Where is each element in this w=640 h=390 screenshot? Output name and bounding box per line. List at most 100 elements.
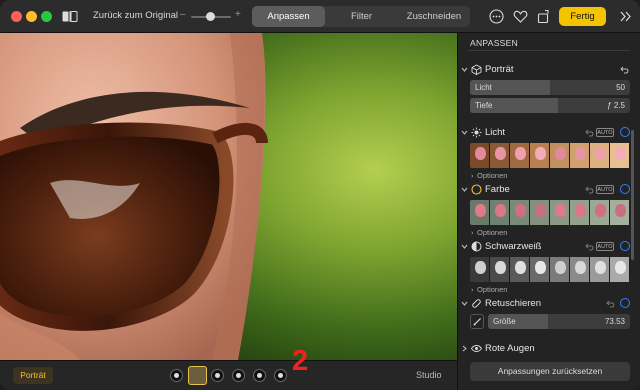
brush-tool-button[interactable]	[470, 314, 484, 329]
section-label: Retuschieren	[485, 298, 541, 309]
adjust-panel: ANPASSEN Porträt Licht 50 Tiefe ƒ 2.5 Li…	[457, 33, 640, 390]
slider-value: 50	[616, 83, 625, 92]
portrait-light-high-key[interactable]	[274, 369, 287, 382]
chevron-right-icon[interactable]	[461, 345, 468, 352]
options-label: Optionen	[477, 285, 508, 294]
thumbnail-face	[515, 147, 526, 160]
chevron-down-icon[interactable]	[461, 66, 468, 73]
thumbnail-face	[615, 261, 626, 274]
thumbnail-face	[595, 261, 606, 274]
section-black-white[interactable]: Schwarzweiß AUTO	[458, 239, 640, 255]
slider-label: Größe	[493, 317, 516, 326]
color-options-toggle[interactable]: › Optionen	[471, 228, 507, 237]
portrait-depth-slider[interactable]: Tiefe ƒ 2.5	[470, 98, 630, 113]
eye-icon	[471, 345, 482, 352]
portrait-light-stage-mono[interactable]	[253, 369, 266, 382]
retouch-size-slider[interactable]: Größe 73.53	[488, 314, 630, 329]
thumbnail-frame	[550, 143, 570, 168]
section-label: Rote Augen	[485, 343, 535, 354]
sun-icon	[471, 127, 482, 138]
chevron-down-icon[interactable]	[461, 129, 468, 136]
thumbnail-frame	[570, 257, 590, 282]
reset-adjustments-button[interactable]: Anpassungen zurücksetzen	[470, 362, 630, 381]
more-options-icon[interactable]	[489, 9, 504, 24]
section-portrait[interactable]: Porträt	[458, 62, 640, 78]
thumbnail-face	[615, 147, 626, 160]
zoom-in-icon[interactable]: +	[235, 9, 241, 20]
tab-adjust[interactable]: Anpassen	[252, 6, 325, 27]
portrait-mode-button[interactable]: Porträt	[13, 367, 53, 384]
portrait-light-contour[interactable]	[211, 369, 224, 382]
portrait-light-slider[interactable]: Licht 50	[470, 80, 630, 95]
thumbnail-frame	[590, 257, 610, 282]
favorite-heart-icon[interactable]	[513, 9, 528, 24]
enable-toggle[interactable]	[620, 241, 630, 251]
thumbnail-face	[575, 147, 586, 160]
slider-label: Tiefe	[475, 101, 493, 110]
thumbnail-frame	[490, 143, 510, 168]
enable-toggle[interactable]	[620, 127, 630, 137]
revert-to-original-button[interactable]: Zurück zum Original	[93, 10, 178, 21]
section-light[interactable]: Licht AUTO	[458, 125, 640, 141]
undo-icon[interactable]	[585, 185, 595, 195]
bw-options-toggle[interactable]: › Optionen	[471, 285, 507, 294]
light-thumbnail-strip[interactable]	[470, 143, 630, 168]
thumbnail-face	[595, 147, 606, 160]
options-label: Optionen	[477, 171, 508, 180]
thumbnail-frame	[510, 257, 530, 282]
toolbar: Zurück zum Original – + Anpassen Filter …	[0, 0, 640, 33]
panel-scrollbar[interactable]	[631, 130, 634, 260]
enable-toggle[interactable]	[620, 298, 630, 308]
undo-icon[interactable]	[620, 65, 630, 75]
auto-button[interactable]: AUTO	[596, 242, 614, 251]
sidebar-toggle-chevron-icon[interactable]	[619, 10, 633, 23]
color-thumbnail-strip[interactable]	[470, 200, 630, 225]
photo-canvas[interactable]	[0, 33, 457, 360]
bw-thumbnail-strip[interactable]	[470, 257, 630, 282]
slider-label: Licht	[475, 83, 492, 92]
thumbnail-frame	[610, 143, 630, 168]
section-red-eye[interactable]: Rote Augen	[458, 341, 640, 357]
close-button[interactable]	[11, 11, 22, 22]
section-label: Licht	[485, 127, 506, 138]
light-options-toggle[interactable]: › Optionen	[471, 171, 507, 180]
chevron-down-icon[interactable]	[461, 243, 468, 250]
done-button[interactable]: Fertig	[559, 7, 606, 26]
undo-icon[interactable]	[585, 128, 595, 138]
chevron-down-icon[interactable]	[461, 186, 468, 193]
thumbnail-face	[475, 261, 486, 274]
zoom-slider-knob[interactable]	[206, 12, 215, 21]
thumbnail-frame	[570, 143, 590, 168]
color-circle-icon	[471, 184, 482, 195]
auto-button[interactable]: AUTO	[596, 185, 614, 194]
portrait-light-stage[interactable]	[232, 369, 245, 382]
enable-toggle[interactable]	[620, 184, 630, 194]
thumbnail-frame	[550, 200, 570, 225]
zoom-out-icon[interactable]: –	[180, 9, 186, 20]
portrait-light-natural[interactable]	[170, 369, 183, 382]
chevron-down-icon[interactable]	[461, 300, 468, 307]
thumbnail-frame	[610, 200, 630, 225]
annotation-marker-2: 2	[292, 345, 309, 377]
section-color[interactable]: Farbe AUTO	[458, 182, 640, 198]
auto-button[interactable]: AUTO	[596, 128, 614, 137]
thumbnail-face	[515, 204, 526, 217]
thumbnail-face	[555, 261, 566, 274]
tab-crop[interactable]: Zuschneiden	[398, 6, 470, 27]
undo-icon[interactable]	[606, 299, 616, 309]
split-view-icon[interactable]	[62, 11, 78, 22]
bandage-icon	[472, 299, 481, 308]
portrait-light-selected[interactable]	[188, 366, 207, 385]
undo-icon[interactable]	[585, 242, 595, 252]
minimize-button[interactable]	[26, 11, 37, 22]
rotate-icon[interactable]	[536, 9, 551, 24]
thumbnail-face	[575, 204, 586, 217]
slider-value: ƒ 2.5	[607, 101, 625, 110]
section-label: Porträt	[485, 64, 514, 75]
edit-mode-tabs: Anpassen Filter Zuschneiden	[252, 6, 470, 27]
thumbnail-face	[515, 261, 526, 274]
section-retouch[interactable]: Retuschieren	[458, 296, 640, 312]
tab-filter[interactable]: Filter	[325, 6, 398, 27]
fullscreen-button[interactable]	[41, 11, 52, 22]
thumbnail-frame	[510, 200, 530, 225]
